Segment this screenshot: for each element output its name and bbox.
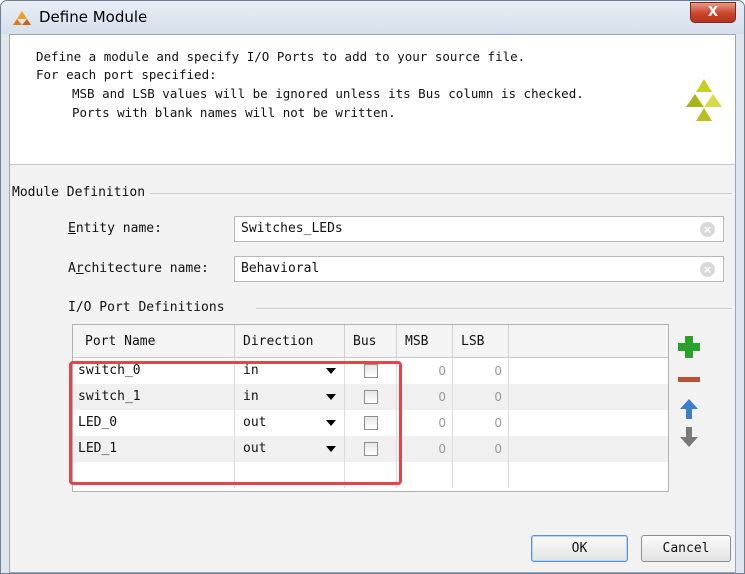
architecture-name-field[interactable]: Behavioral × xyxy=(234,256,724,282)
entity-name-label: Entity name: xyxy=(68,221,162,236)
architecture-name-label: Architecture name: xyxy=(68,261,209,276)
description-line: Define a module and specify I/O Ports to… xyxy=(36,49,526,64)
table-header: Port Name Direction Bus MSB LSB xyxy=(73,325,668,358)
define-module-dialog: Define Module X Define a module and spec… xyxy=(0,0,745,574)
port-highlight-box xyxy=(69,361,402,485)
module-definition-label: Module Definition xyxy=(12,185,146,200)
description-line: For each port specified: xyxy=(36,67,217,82)
entity-name-field[interactable]: Switches_LEDs × xyxy=(234,216,724,242)
lsb-cell[interactable]: 0 xyxy=(453,358,509,384)
description-line: Ports with blank names will not be writt… xyxy=(72,105,396,120)
entity-name-value: Switches_LEDs xyxy=(241,221,343,236)
lsb-cell[interactable]: 0 xyxy=(453,410,509,436)
column-header-port-name[interactable]: Port Name xyxy=(73,325,235,358)
clear-icon[interactable]: × xyxy=(700,222,715,237)
add-icon[interactable] xyxy=(674,332,704,362)
column-header-lsb[interactable]: LSB xyxy=(453,325,509,358)
lsb-cell[interactable]: 0 xyxy=(453,384,509,410)
msb-cell[interactable]: 0 xyxy=(397,384,453,410)
close-button[interactable]: X xyxy=(690,2,736,23)
ok-button[interactable]: OK xyxy=(531,535,628,562)
io-port-definitions-label: I/O Port Definitions xyxy=(68,300,225,315)
description-panel: Define a module and specify I/O Ports to… xyxy=(10,35,735,165)
section-divider xyxy=(256,308,732,309)
lsb-cell[interactable] xyxy=(453,462,509,488)
msb-cell[interactable] xyxy=(397,462,453,488)
move-up-icon[interactable] xyxy=(674,394,704,424)
column-header-bus[interactable]: Bus xyxy=(345,325,397,358)
column-header-msb[interactable]: MSB xyxy=(397,325,453,358)
description-line: MSB and LSB values will be ignored unles… xyxy=(72,86,584,101)
section-divider xyxy=(150,193,732,194)
title-bar[interactable]: Define Module X xyxy=(1,1,744,34)
architecture-name-value: Behavioral xyxy=(241,261,320,276)
lsb-cell[interactable]: 0 xyxy=(453,436,509,462)
dialog-content: Define a module and specify I/O Ports to… xyxy=(9,34,736,573)
msb-cell[interactable]: 0 xyxy=(397,358,453,384)
clear-icon[interactable]: × xyxy=(700,262,715,277)
column-header-direction[interactable]: Direction xyxy=(235,325,345,358)
remove-icon[interactable] xyxy=(674,365,704,395)
msb-cell[interactable]: 0 xyxy=(397,410,453,436)
cancel-button[interactable]: Cancel xyxy=(641,535,731,562)
move-down-icon[interactable] xyxy=(674,422,704,452)
vivado-app-icon xyxy=(13,11,31,25)
window-title: Define Module xyxy=(39,8,148,26)
msb-cell[interactable]: 0 xyxy=(397,436,453,462)
vivado-logo-icon xyxy=(686,79,722,121)
